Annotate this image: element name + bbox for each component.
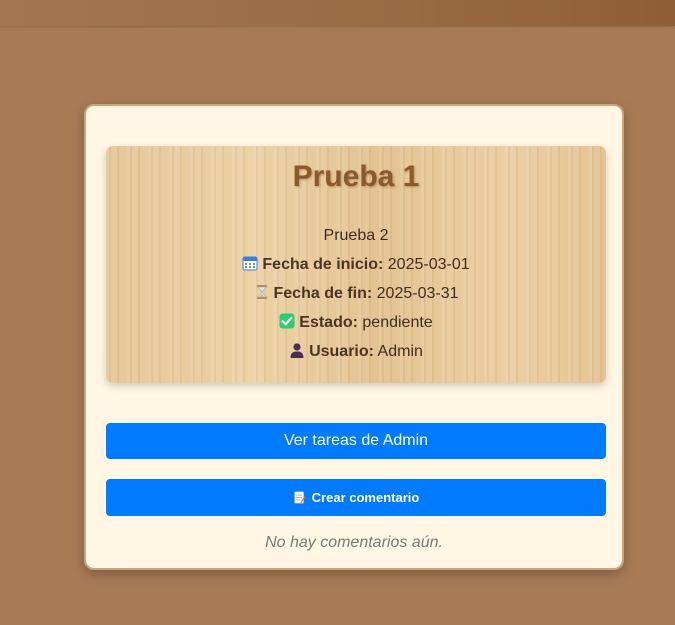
check-mark-icon	[279, 313, 295, 329]
user-row: Usuario: Admin	[106, 342, 606, 362]
task-details-panel: Prueba 1 Prueba 2 Fecha de inicio: 2025-…	[106, 146, 606, 383]
calendar-icon	[242, 256, 258, 271]
view-user-tasks-label: Ver tareas de Admin	[283, 432, 429, 449]
no-comments-message: No hay comentarios aún.	[265, 534, 443, 551]
end-date-value: 2025-03-31	[376, 285, 459, 302]
create-comment-label: Crear comentario	[311, 490, 420, 505]
status-label: Estado:	[299, 314, 358, 331]
start-date-label: Fecha de inicio:	[262, 256, 384, 273]
top-bar	[0, 0, 675, 26]
task-card: Prueba 1 Prueba 2 Fecha de inicio: 2025-…	[84, 104, 624, 570]
task-title: Prueba 1	[292, 160, 420, 193]
end-date-row: Fecha de fin: 2025-03-31	[106, 284, 606, 304]
user-value: Admin	[377, 343, 423, 360]
hourglass-icon	[256, 285, 267, 299]
start-date-value: 2025-03-01	[387, 256, 470, 273]
status-value: pendiente	[362, 314, 433, 331]
start-date-row: Fecha de inicio: 2025-03-01	[106, 255, 606, 275]
view-user-tasks-button[interactable]: Ver tareas de Admin	[106, 423, 606, 459]
user-icon	[290, 343, 304, 358]
end-date-label: Fecha de fin:	[273, 285, 373, 302]
memo-icon	[293, 491, 306, 504]
user-label: Usuario:	[309, 343, 374, 360]
task-description: Prueba 2	[323, 227, 389, 244]
create-comment-button[interactable]: Crear comentario	[106, 479, 606, 516]
status-row: Estado: pendiente	[106, 313, 606, 333]
